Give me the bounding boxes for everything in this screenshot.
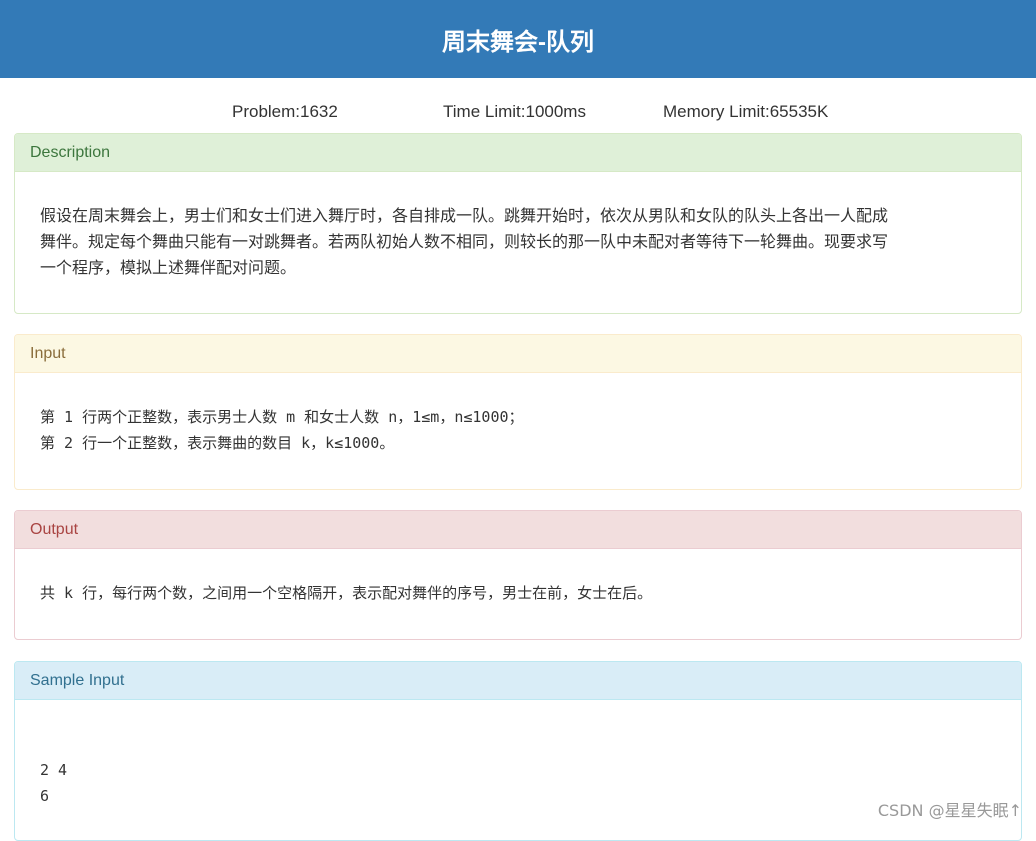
memory-limit: Memory Limit:65535K bbox=[663, 102, 829, 121]
output-panel: Output 共 k 行，每行两个数，之间用一个空格隔开，表示配对舞伴的序号，男… bbox=[14, 510, 1022, 640]
problem-limits: Problem:1632 Time Limit:1000ms Memory Li… bbox=[0, 102, 1036, 124]
sample-input-line: 2 4 bbox=[40, 761, 68, 779]
input-body: 第 1 行两个正整数，表示男士人数 m 和女士人数 n，1≤m，n≤1000； … bbox=[15, 373, 1021, 456]
description-line: 舞伴。规定每个舞曲只能有一对跳舞者。若两队初始人数不相同，则较长的那一队中未配对… bbox=[40, 232, 889, 251]
input-line: 第 2 行一个正整数，表示舞曲的数目 k，k≤1000。 bbox=[40, 434, 395, 452]
problem-title: 周末舞会-队列 bbox=[442, 28, 594, 56]
page-header: 周末舞会-队列 bbox=[0, 0, 1036, 78]
output-text: 共 k 行，每行两个数，之间用一个空格隔开，表示配对舞伴的序号，男士在前，女士在… bbox=[40, 584, 653, 602]
description-line: 假设在周末舞会上，男士们和女士们进入舞厅时，各自排成一队。跳舞开始时，依次从男队… bbox=[40, 206, 889, 225]
output-heading: Output bbox=[15, 511, 1021, 549]
input-heading: Input bbox=[15, 335, 1021, 373]
sample-input-heading: Sample Input bbox=[15, 662, 1021, 700]
time-limit: Time Limit:1000ms bbox=[443, 102, 586, 121]
sample-input-line: 6 bbox=[40, 787, 50, 805]
watermark: CSDN @星星失眠↑ bbox=[877, 801, 1022, 820]
description-panel: Description 假设在周末舞会上，男士们和女士们进入舞厅时，各自排成一队… bbox=[14, 133, 1022, 314]
sample-input-body: 2 4 6 bbox=[15, 700, 1021, 809]
input-panel: Input 第 1 行两个正整数，表示男士人数 m 和女士人数 n，1≤m，n≤… bbox=[14, 334, 1022, 490]
problem-id: Problem:1632 bbox=[232, 102, 338, 121]
description-line: 一个程序，模拟上述舞伴配对问题。 bbox=[40, 258, 297, 277]
description-body: 假设在周末舞会上，男士们和女士们进入舞厅时，各自排成一队。跳舞开始时，依次从男队… bbox=[15, 172, 1021, 281]
description-heading: Description bbox=[15, 134, 1021, 172]
output-body: 共 k 行，每行两个数，之间用一个空格隔开，表示配对舞伴的序号，男士在前，女士在… bbox=[15, 549, 1021, 606]
sample-input-panel: Sample Input 2 4 6 bbox=[14, 661, 1022, 841]
input-line: 第 1 行两个正整数，表示男士人数 m 和女士人数 n，1≤m，n≤1000； bbox=[40, 408, 524, 426]
